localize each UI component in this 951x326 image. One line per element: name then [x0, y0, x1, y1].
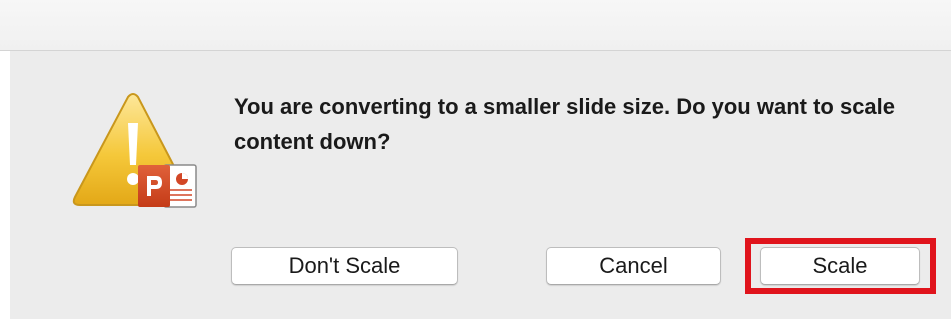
scale-button[interactable]: Scale: [760, 247, 920, 285]
dont-scale-button[interactable]: Don't Scale: [231, 247, 458, 285]
alert-dialog: You are converting to a smaller slide si…: [10, 51, 951, 319]
window-titlebar: [0, 0, 951, 51]
cancel-button[interactable]: Cancel: [546, 247, 721, 285]
screenshot: You are converting to a smaller slide si…: [0, 0, 951, 326]
powerpoint-warning-icon: [66, 93, 216, 223]
alert-message: You are converting to a smaller slide si…: [234, 94, 896, 154]
